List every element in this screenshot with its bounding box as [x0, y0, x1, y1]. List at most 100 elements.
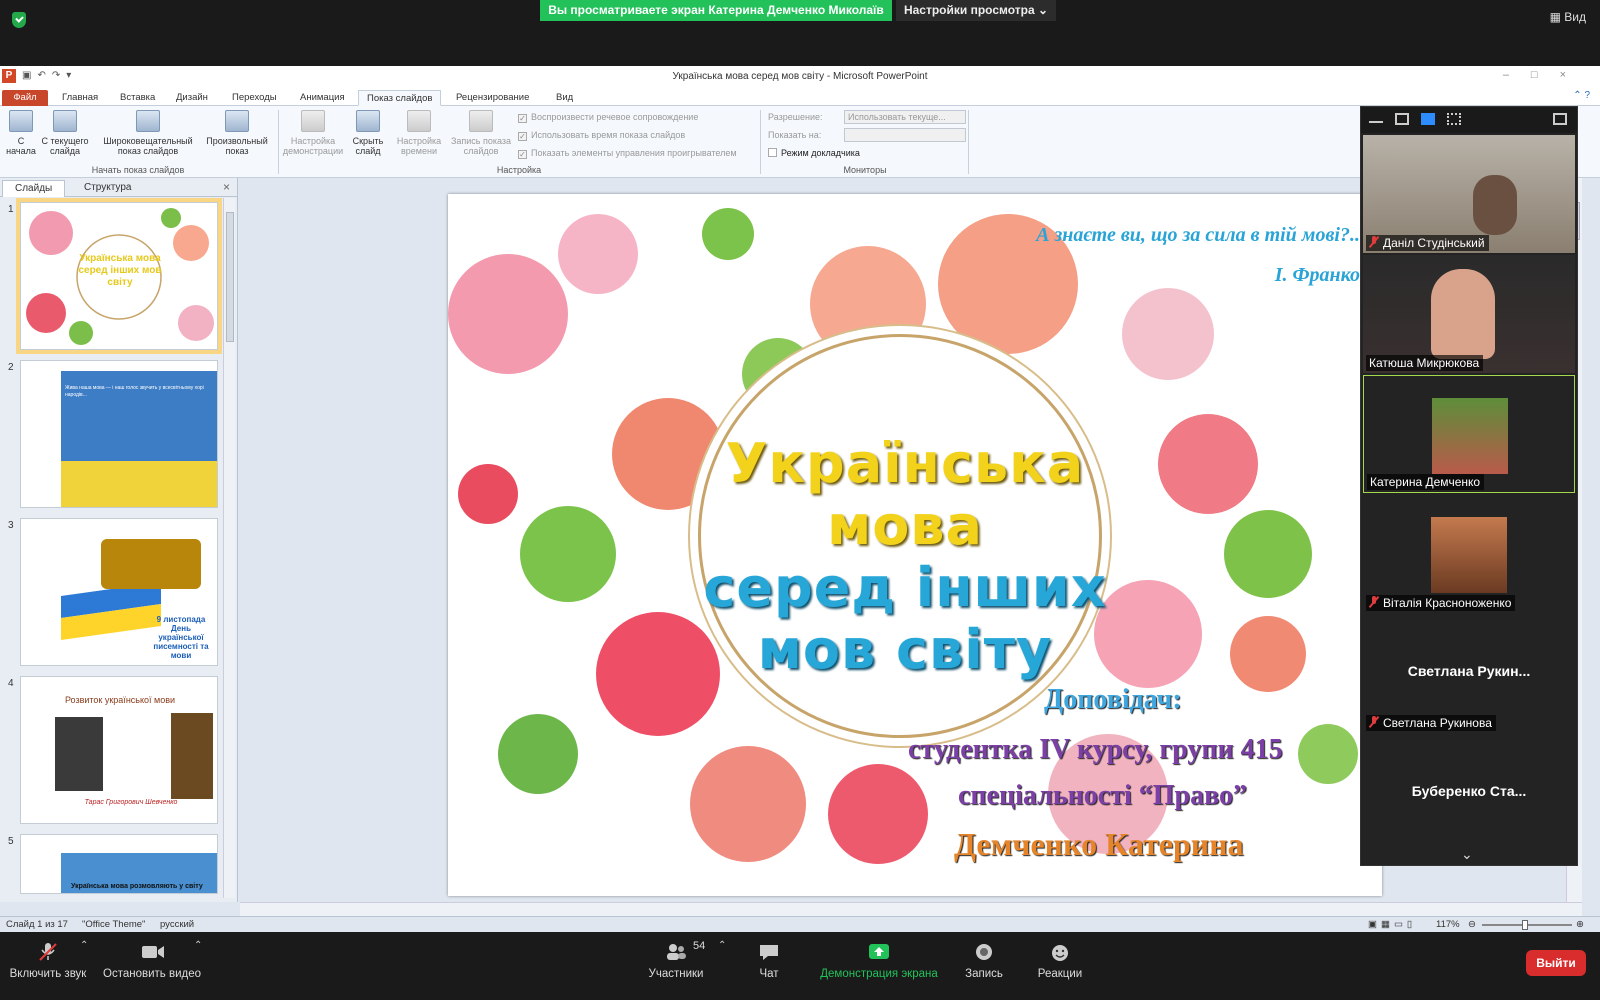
- gallery-toolbar: [1361, 107, 1577, 133]
- hide-slide-button[interactable]: Скрыть слайд: [348, 110, 388, 156]
- narration-checkbox[interactable]: ✓ Воспроизвести речевое сопровождение: [518, 112, 698, 123]
- video-options-chevron-icon[interactable]: ⌃: [194, 940, 202, 951]
- setup-show-button[interactable]: Настройка демонстрации: [282, 110, 344, 156]
- participant-tile[interactable]: Віталія Красноноженко: [1363, 495, 1575, 613]
- chat-button[interactable]: Чат: [744, 942, 794, 980]
- window-controls[interactable]: –□×: [1503, 69, 1588, 81]
- gallery-view-icon[interactable]: [1447, 113, 1461, 125]
- mic-muted-icon: [1369, 596, 1379, 608]
- tab-home[interactable]: Главная: [54, 90, 106, 106]
- audio-options-chevron-icon[interactable]: ⌃: [80, 940, 88, 951]
- reactions-button[interactable]: Реакции: [1030, 942, 1090, 980]
- broadcast-button[interactable]: Широковещательный показ слайдов: [98, 110, 198, 156]
- security-shield-icon[interactable]: [12, 12, 26, 28]
- resolution-value: Использовать текуще...: [848, 112, 946, 122]
- tab-slides[interactable]: Слайды: [2, 180, 66, 197]
- unmute-button[interactable]: Включить звук: [8, 942, 88, 980]
- participants-count: 54: [693, 940, 706, 952]
- presenter-view-checkbox[interactable]: Режим докладчика: [768, 148, 860, 158]
- stop-video-label: Остановить видео: [103, 968, 201, 980]
- quote-text: А знаєте ви, що за сила в тій мові?..: [1036, 224, 1360, 246]
- participant-tile[interactable]: Даніл Студінський: [1363, 135, 1575, 253]
- current-slide[interactable]: А знаєте ви, що за сила в тій мові?.. І.…: [448, 194, 1382, 896]
- tab-review[interactable]: Рецензирование: [448, 90, 537, 106]
- thumb-text: 9 листопада День української писемності …: [153, 615, 209, 660]
- speaker-name: Демченко Катерина: [954, 826, 1244, 862]
- tab-outline[interactable]: Структура: [72, 180, 143, 197]
- narration-label: Воспроизвести речевое сопровождение: [531, 112, 699, 122]
- close-panel-icon[interactable]: ×: [223, 180, 230, 194]
- resolution-select[interactable]: Использовать текуще...: [844, 110, 966, 124]
- strip-view-icon[interactable]: [1421, 113, 1435, 125]
- share-screen-button[interactable]: Демонстрация экрана: [814, 942, 944, 980]
- show-on-label: Показать на:: [768, 130, 822, 140]
- scroll-down-icon[interactable]: ⌄: [1461, 846, 1473, 863]
- participant-tile[interactable]: Катюша Микрюкова: [1363, 255, 1575, 373]
- slide-title-line-3: серед інших: [703, 556, 1107, 619]
- custom-show-button[interactable]: Произвольный показ: [202, 110, 272, 156]
- slide-thumbnail-2[interactable]: Жива наша мова — і наш голос звучить у в…: [20, 360, 218, 508]
- participants-button[interactable]: 54 Участники: [636, 940, 716, 980]
- group-start-label: Начать показ слайдов: [91, 165, 185, 175]
- checkbox-icon: ✓: [518, 114, 527, 123]
- group-separator: [760, 110, 761, 174]
- participant-tile[interactable]: Буберенко Ста...: [1363, 735, 1575, 839]
- hide-slide-icon: [356, 110, 380, 132]
- slide-title-line-2: мова: [827, 494, 983, 557]
- tab-file[interactable]: Файл: [2, 90, 48, 106]
- from-start-button[interactable]: С начала: [4, 110, 38, 156]
- slide-quote-author: І. Франко: [1274, 264, 1360, 286]
- participant-name-text: Віталія Красноноженко: [1383, 596, 1512, 610]
- ribbon-tabs: Файл Главная Вставка Дизайн Переходы Ани…: [0, 88, 1600, 106]
- timings-checkbox[interactable]: ✓ Использовать время показа слайдов: [518, 130, 685, 141]
- participant-tile-active[interactable]: Катерина Демченко: [1363, 375, 1575, 493]
- zoom-out-icon[interactable]: ⊖: [1468, 919, 1476, 930]
- zoom-slider-handle[interactable]: [1522, 920, 1528, 930]
- thumb-caption: Тарас Григорович Шевченко: [84, 799, 178, 806]
- from-current-button[interactable]: С текущего слайда: [40, 110, 90, 156]
- view-options-button[interactable]: Настройки просмотра ⌄: [896, 0, 1056, 21]
- participant-tile[interactable]: Светлана Рукин... Светлана Рукинова: [1363, 615, 1575, 733]
- from-start-label: С начала: [6, 136, 36, 156]
- slide-thumbnail-4[interactable]: Розвиток української мови Тарас Григоров…: [20, 676, 218, 824]
- view-options-label: Настройки просмотра: [903, 3, 1035, 17]
- exit-view-icon[interactable]: [1553, 113, 1567, 125]
- participants-options-chevron-icon[interactable]: ⌃: [718, 940, 726, 951]
- thumb-text: Жива наша мова — і наш голос звучить у в…: [65, 385, 204, 398]
- tab-slideshow[interactable]: Показ слайдов: [358, 90, 442, 106]
- presenter-view-label: Режим докладчика: [781, 148, 860, 158]
- help-icon[interactable]: ⌃ ?: [1573, 90, 1590, 101]
- grid-icon: ▦: [1549, 10, 1561, 24]
- slide-thumbnail-5[interactable]: Українська мова розмовляють у світу: [20, 834, 218, 894]
- controls-checkbox[interactable]: ✓ Показать элементы управления проигрыват…: [518, 148, 737, 159]
- leave-button[interactable]: Выйти: [1526, 950, 1586, 976]
- thumb-title: Українська мова серед інших мов світу: [78, 253, 162, 288]
- tab-design[interactable]: Дизайн: [168, 90, 216, 106]
- language-indicator[interactable]: русский: [160, 919, 194, 930]
- zoom-slider[interactable]: [1482, 920, 1572, 930]
- scroll-thumb[interactable]: [226, 212, 234, 342]
- tab-transitions[interactable]: Переходы: [224, 90, 285, 106]
- panel-tabs: Слайды Структура ×: [0, 178, 237, 197]
- single-view-icon[interactable]: [1395, 113, 1409, 125]
- record-show-button[interactable]: Запись показа слайдов: [448, 110, 514, 156]
- rehearse-timings-button[interactable]: Настройка времени: [394, 110, 444, 156]
- show-on-select[interactable]: [844, 128, 966, 142]
- person-silhouette: [1473, 175, 1517, 235]
- view-buttons[interactable]: ▣▦▭▯: [1368, 919, 1416, 930]
- hide-slide-label: Скрыть слайд: [352, 136, 384, 156]
- horizontal-scrollbar[interactable]: [240, 902, 1582, 916]
- panel-scrollbar[interactable]: [223, 198, 235, 898]
- slide-thumbnail-3[interactable]: 9 листопада День української писемності …: [20, 518, 218, 666]
- zoom-in-icon[interactable]: ⊕: [1576, 919, 1584, 930]
- record-button[interactable]: Запись: [954, 942, 1014, 980]
- minimize-icon[interactable]: [1369, 121, 1383, 123]
- zoom-level[interactable]: 117%: [1436, 919, 1460, 930]
- checkbox-icon: ✓: [518, 132, 527, 141]
- slide-thumbnail-1[interactable]: Українська мова серед інших мов світу: [16, 198, 222, 354]
- tab-view[interactable]: Вид: [548, 90, 581, 106]
- view-button[interactable]: ▦ Вид: [1550, 10, 1586, 24]
- tab-animation[interactable]: Анимация: [292, 90, 353, 106]
- tab-insert[interactable]: Вставка: [112, 90, 163, 106]
- stop-video-button[interactable]: Остановить видео: [100, 942, 204, 980]
